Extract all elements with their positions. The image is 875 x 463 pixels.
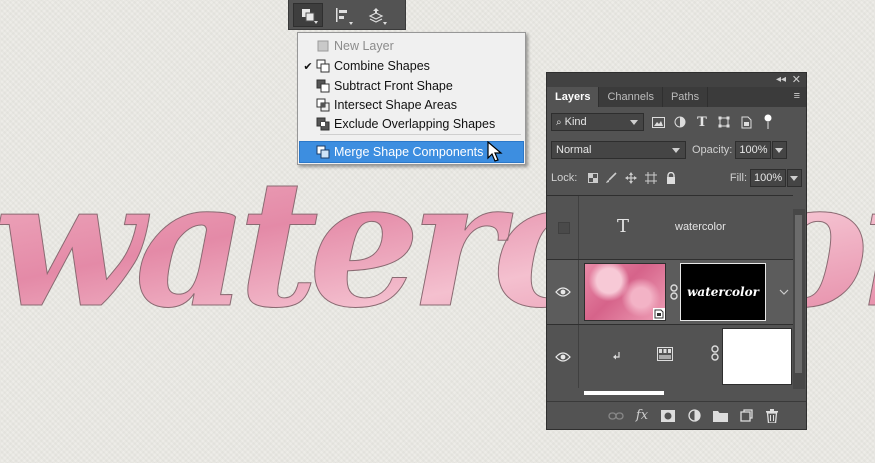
merge-shape-components-icon (316, 145, 330, 159)
eye-icon (555, 287, 571, 297)
menu-item-new-layer[interactable]: New Layer (300, 36, 523, 56)
collapse-panel-icon[interactable]: ◂◂ (776, 73, 786, 87)
menu-item-combine-shapes[interactable]: ✔ Combine Shapes (300, 56, 523, 76)
tab-channels[interactable]: Channels (599, 87, 663, 107)
combine-shapes-icon (316, 59, 330, 73)
menu-separator (320, 134, 521, 135)
path-options-toolbar (288, 0, 406, 30)
lock-fill-row: Lock: Fill: 100% (551, 167, 802, 189)
intersect-shape-areas-icon (316, 98, 330, 112)
layer-filter-row: ⌕ Kind T (551, 111, 802, 133)
lock-transparent-pixels-icon[interactable] (585, 173, 601, 183)
menu-item-intersect-shape-areas[interactable]: Intersect Shape Areas (300, 95, 523, 115)
filter-kind-dropdown[interactable]: ⌕ Kind (551, 113, 644, 131)
mask-lettering: watercolor (687, 285, 759, 299)
eye-icon (555, 352, 571, 362)
new-adjustment-icon[interactable] (686, 408, 702, 424)
adjustment-filter-icon[interactable] (672, 115, 688, 129)
smart-object-badge-icon (653, 308, 665, 320)
clipping-arrow-icon (613, 352, 620, 360)
layer-options-chevron-icon[interactable] (779, 288, 789, 296)
blend-mode-dropdown[interactable]: Normal (551, 141, 686, 159)
tab-paths[interactable]: Paths (663, 87, 709, 107)
visibility-toggle[interactable] (547, 260, 579, 324)
menu-item-exclude-overlapping-shapes[interactable]: Exclude Overlapping Shapes (300, 114, 523, 134)
add-mask-icon[interactable] (660, 408, 676, 424)
lock-position-icon[interactable] (621, 172, 641, 184)
layer-mask-thumbnail[interactable]: watercolor (680, 263, 766, 321)
chain-link-icon[interactable] (670, 284, 678, 300)
menu-item-label: Intersect Shape Areas (334, 98, 457, 112)
lock-artboard-icon[interactable] (641, 172, 661, 184)
delete-layer-icon[interactable] (764, 408, 780, 424)
layer-thumbnail-partial (584, 391, 664, 395)
type-filter-icon[interactable]: T (694, 115, 710, 130)
scrollbar-thumb[interactable] (795, 215, 802, 373)
path-alignment-icon (336, 7, 347, 22)
path-arrangement-button[interactable] (361, 3, 391, 27)
menu-item-label: Combine Shapes (334, 59, 430, 73)
lock-all-icon[interactable] (661, 172, 681, 184)
new-group-icon[interactable] (712, 408, 728, 424)
filter-toggle-icon[interactable] (760, 114, 776, 129)
menu-item-label: Merge Shape Components (334, 145, 484, 159)
search-icon: ⌕ (556, 116, 562, 128)
blend-mode-value: Normal (556, 144, 592, 156)
layer-mask-thumbnail[interactable] (722, 328, 792, 385)
visibility-toggle[interactable] (547, 325, 579, 388)
fill-label: Fill: (729, 172, 747, 184)
path-operations-button[interactable] (293, 2, 323, 27)
filter-kind-label: Kind (564, 116, 587, 128)
menu-item-label: Exclude Overlapping Shapes (334, 117, 496, 131)
lock-label: Lock: (551, 172, 578, 184)
tab-layers[interactable]: Layers (547, 87, 600, 107)
panel-title-bar: ◂◂ ✕ (547, 73, 806, 87)
arrow-cursor-icon (487, 141, 503, 162)
pixel-filter-icon[interactable] (650, 115, 666, 129)
path-alignment-button[interactable] (327, 3, 357, 27)
layer-row-watercolor-texture[interactable]: watercolor (547, 259, 793, 324)
menu-item-label: New Layer (334, 39, 394, 53)
panel-menu-icon[interactable]: ≡ (794, 91, 800, 102)
subtract-front-shape-icon (316, 79, 330, 93)
layer-row-text[interactable]: T watercolor (547, 195, 793, 259)
smart-object-filter-icon[interactable] (738, 115, 754, 129)
layer-name[interactable]: watercolor (675, 221, 726, 233)
visibility-toggle-empty[interactable] (547, 196, 579, 259)
menu-item-subtract-front-shape[interactable]: Subtract Front Shape (300, 76, 523, 96)
new-layer-icon (317, 40, 329, 52)
opacity-input[interactable]: 100% (735, 141, 772, 159)
fx-icon[interactable]: fx (634, 408, 650, 424)
blend-opacity-row: Normal Opacity: 100% (551, 139, 802, 161)
text-layer-icon: T (617, 216, 630, 237)
menu-check-mark: ✔ (303, 60, 313, 73)
exclude-overlapping-shapes-icon (316, 117, 330, 131)
opacity-label: Opacity: (692, 144, 733, 156)
layer-row-adjustment[interactable] (547, 324, 793, 388)
layers-scrollbar[interactable] (793, 209, 805, 389)
panel-tab-bar: Layers Channels Paths ≡ (547, 87, 806, 107)
close-panel-icon[interactable]: ✕ (792, 73, 801, 87)
path-arrangement-icon (368, 7, 384, 23)
fill-value: 100% (754, 172, 783, 184)
opacity-value: 100% (739, 144, 768, 156)
new-layer-icon[interactable] (738, 408, 754, 424)
chain-link-icon[interactable] (711, 345, 719, 361)
shape-filter-icon[interactable] (716, 115, 732, 129)
link-layers-icon[interactable] (608, 408, 624, 424)
fill-slider-toggle[interactable] (787, 169, 802, 187)
lock-image-pixels-icon[interactable] (601, 172, 621, 184)
fill-input[interactable]: 100% (750, 169, 786, 187)
gradient-map-adjustment-icon (657, 347, 673, 361)
layers-panel: ◂◂ ✕ Layers Channels Paths ≡ ⌕ Kind T No… (546, 72, 807, 430)
layers-panel-footer: fx (547, 401, 806, 429)
menu-item-label: Subtract Front Shape (334, 79, 453, 93)
opacity-slider-toggle[interactable] (772, 141, 788, 159)
